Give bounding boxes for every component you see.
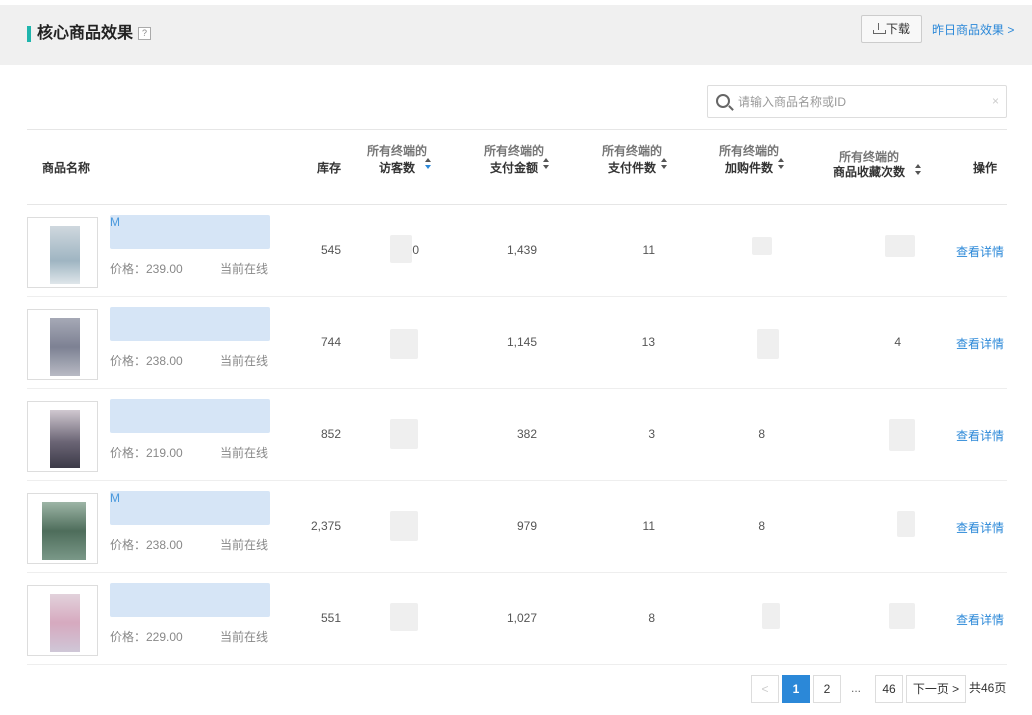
product-name-link[interactable]: [110, 583, 270, 617]
view-details-link[interactable]: 查看详情: [956, 519, 1004, 536]
pagination: < 1 2 ... 46 下一页 > 共46页: [0, 675, 1032, 703]
help-icon[interactable]: ?: [138, 27, 151, 40]
stock-value: 545: [320, 243, 341, 257]
search-icon: [716, 94, 730, 108]
redacted-favorites: [897, 511, 915, 537]
redacted-favorites: [885, 235, 915, 257]
product-price: 价格：238.00: [110, 538, 183, 552]
product-price: 价格：229.00: [110, 630, 183, 644]
product-name-link[interactable]: [110, 399, 270, 433]
prev-page-button[interactable]: <: [751, 675, 779, 703]
redacted-favorites: [889, 419, 915, 451]
redacted-cart-items: [757, 329, 779, 359]
stock-value: 2,375: [310, 519, 341, 533]
redacted-visitors: [390, 419, 418, 449]
product-thumbnail[interactable]: [27, 585, 98, 656]
page-button-2[interactable]: 2: [813, 675, 841, 703]
product-status: 当前在线: [220, 538, 269, 552]
next-page-button[interactable]: 下一页 >: [906, 675, 966, 703]
page-button-46[interactable]: 46: [875, 675, 903, 703]
redacted-favorites: [889, 603, 915, 629]
redacted-cart-items: [752, 237, 772, 255]
page-button-1[interactable]: 1: [782, 675, 810, 703]
sort-favorites-icon[interactable]: [915, 164, 922, 175]
product-name-link[interactable]: M: [110, 215, 270, 249]
pay-items-value: 3: [648, 427, 655, 441]
view-details-link[interactable]: 查看详情: [956, 243, 1004, 260]
visitors-value: 0: [412, 243, 419, 257]
col-visitors[interactable]: 所有终端的 访客数: [365, 144, 429, 176]
favorites-value: 4: [894, 335, 901, 349]
section-title: 核心商品效果: [37, 25, 134, 42]
redacted-cart-items: [762, 603, 780, 629]
pay-amount-value: 1,439: [506, 243, 537, 257]
pay-items-value: 13: [641, 335, 655, 349]
sort-pay-amount-icon[interactable]: [543, 158, 550, 169]
product-price: 价格：239.00: [110, 262, 183, 276]
search-input[interactable]: [738, 90, 988, 114]
table-row: 价格：229.00 当前在线 551 1,027 8 查看详情: [27, 573, 1007, 665]
stock-value: 744: [320, 335, 341, 349]
view-details-link[interactable]: 查看详情: [956, 335, 1004, 352]
table-row: M 价格：239.00 当前在线 545 0 1,439 11 查看详情: [27, 205, 1007, 297]
pay-amount-value: 1,145: [506, 335, 537, 349]
pagination-ellipsis: ...: [851, 681, 862, 695]
redacted-visitors: [390, 329, 418, 359]
sort-visitors-icon[interactable]: [425, 158, 432, 169]
product-thumbnail[interactable]: [27, 401, 98, 472]
product-search-box: ×: [707, 85, 1007, 118]
cart-items-value: 8: [758, 519, 765, 533]
section-header: 核心商品效果 ? 下载 昨日商品效果 >: [0, 5, 1032, 65]
cart-items-value: 8: [758, 427, 765, 441]
col-favorites[interactable]: 所有终端的 商品收藏次数: [827, 150, 911, 180]
redacted-visitors: [390, 511, 418, 541]
product-status: 当前在线: [220, 262, 269, 276]
download-icon: [872, 23, 886, 34]
product-thumbnail[interactable]: [27, 493, 98, 564]
title-accent-bar: [27, 26, 31, 42]
download-label: 下载: [885, 22, 910, 36]
pay-amount-value: 1,027: [506, 611, 537, 625]
pay-amount-value: 979: [516, 519, 537, 533]
stock-value: 551: [320, 611, 341, 625]
stock-value: 852: [320, 427, 341, 441]
yesterday-effect-link[interactable]: 昨日商品效果 >: [932, 22, 1014, 38]
product-status: 当前在线: [220, 354, 269, 368]
product-price: 价格：219.00: [110, 446, 183, 460]
sort-pay-items-icon[interactable]: [661, 158, 668, 169]
view-details-link[interactable]: 查看详情: [956, 611, 1004, 628]
product-price: 价格：238.00: [110, 354, 183, 368]
view-details-link[interactable]: 查看详情: [956, 427, 1004, 444]
clear-search-icon[interactable]: ×: [992, 94, 999, 108]
table-row: 价格：219.00 当前在线 852 382 3 8 查看详情: [27, 389, 1007, 481]
sort-cart-items-icon[interactable]: [778, 158, 785, 169]
download-button[interactable]: 下载: [861, 15, 922, 43]
col-pay-items[interactable]: 所有终端的 支付件数: [600, 144, 664, 176]
pay-items-value: 11: [642, 243, 655, 257]
col-action: 操作: [973, 161, 998, 175]
total-pages: 共46页: [969, 681, 1007, 695]
product-name-link[interactable]: M: [110, 491, 270, 525]
col-stock: 库存: [317, 161, 342, 175]
redacted-visitors: [390, 603, 418, 631]
table-header: 商品名称 库存 所有终端的 访客数 所有终端的 支付金额 所有终端的 支付件数 …: [27, 129, 1007, 205]
pay-amount-value: 382: [516, 427, 537, 441]
product-thumbnail[interactable]: [27, 309, 98, 380]
pay-items-value: 11: [642, 519, 655, 533]
col-product-name: 商品名称: [42, 161, 91, 175]
product-thumbnail[interactable]: [27, 217, 98, 288]
product-name-link[interactable]: [110, 307, 270, 341]
product-status: 当前在线: [220, 446, 269, 460]
pay-items-value: 8: [648, 611, 655, 625]
table-row: 价格：238.00 当前在线 744 1,145 13 4 查看详情: [27, 297, 1007, 389]
table-row: M 价格：238.00 当前在线 2,375 979 11 8 查看详情: [27, 481, 1007, 573]
product-status: 当前在线: [220, 630, 269, 644]
col-cart-items[interactable]: 所有终端的 加购件数: [717, 144, 781, 176]
col-pay-amount[interactable]: 所有终端的 支付金额: [482, 144, 546, 176]
